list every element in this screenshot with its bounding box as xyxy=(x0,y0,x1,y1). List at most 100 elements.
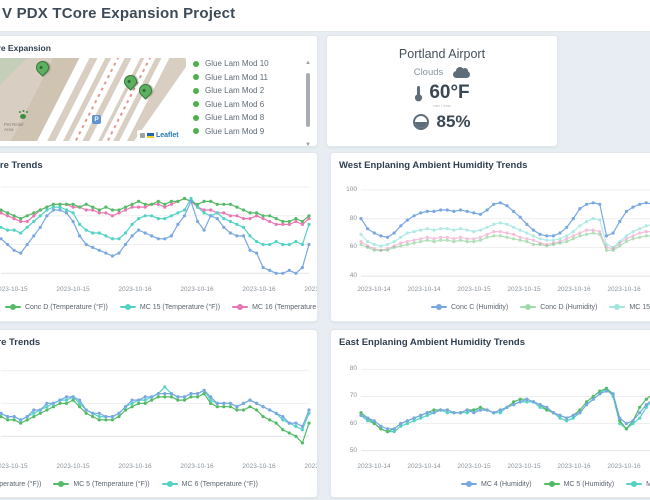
legend-label: Conc C (Humidity) xyxy=(451,304,508,311)
x-axis-tick: 2023-10-16 xyxy=(594,463,650,470)
scroll-up-icon[interactable]: ▲ xyxy=(304,60,312,66)
line-plot[interactable] xyxy=(361,356,650,458)
paw-icon xyxy=(20,114,26,119)
y-axis-tick: 80 xyxy=(337,215,357,222)
chart-title: East Enplaning Ambient Temperature Trend… xyxy=(0,337,40,348)
page-title: V PDX TCore Expansion Project xyxy=(2,5,235,22)
x-axis-tick: 2023-10-15 xyxy=(0,286,41,293)
chart-canvas[interactable] xyxy=(1,179,309,281)
x-axis-tick: 2023-10-17 xyxy=(291,286,318,293)
scrollbar-thumb[interactable] xyxy=(306,73,310,127)
legend-item[interactable]: MC 4 (Temperature (°F)) xyxy=(0,480,41,488)
x-axis-tick: 2023-10-16 xyxy=(105,463,165,470)
leaflet-logo-icon xyxy=(140,133,145,138)
legend-item[interactable]: MC 6 (Temperature (°F)) xyxy=(162,480,258,488)
leaflet-link[interactable]: Leaflet xyxy=(156,132,179,139)
x-axis-tick: 2023-10-17 xyxy=(291,463,318,470)
legend-marker-icon xyxy=(461,480,477,488)
temperature-detail: min / max xyxy=(327,103,557,108)
weather-station-name: Portland Airport xyxy=(327,47,557,61)
series-mc-6-humidity- xyxy=(359,387,650,433)
chart-card-east-humidity: East Enplaning Ambient Humidity Trends 8… xyxy=(330,329,650,498)
legend-item[interactable]: Conc D (Humidity) xyxy=(520,303,597,311)
y-axis-tick: 80 xyxy=(337,365,357,372)
legend-marker-icon xyxy=(53,480,69,488)
map-card-title: TCore Expansion xyxy=(0,43,51,53)
temperature-value: 60°F xyxy=(429,82,469,104)
legend-label: MC 6 (Temperature (°F)) xyxy=(182,481,258,488)
series-mc-4-temperature-f- xyxy=(0,389,311,428)
chart-legend: Conc C (Humidity) Conc D (Humidity) MC 15 … xyxy=(331,303,650,311)
legend-item[interactable]: MC 4 (Humidity) xyxy=(461,480,532,488)
leaflet-map[interactable]: Pet Relief Area P Leaflet xyxy=(0,58,186,141)
legend-item[interactable]: MC 5 (Temperature (°F)) xyxy=(53,480,149,488)
legend-item[interactable]: Conc C (Humidity) xyxy=(431,303,508,311)
humidity-icon xyxy=(413,114,429,130)
series-conc-c-humidity- xyxy=(359,201,650,239)
line-plot[interactable] xyxy=(1,356,309,458)
legend-label: MC 5 (Temperature (°F)) xyxy=(73,481,149,488)
weather-condition: Clouds xyxy=(414,67,444,78)
legend-item[interactable]: MC 15 (Temperature (°F)) xyxy=(120,303,220,311)
map-card: TCore Expansion Pet Relief Area P xyxy=(0,35,318,147)
marker-dot-icon xyxy=(193,101,199,107)
list-item-label: Glue Lam Mod 8 xyxy=(205,113,264,122)
marker-dot-icon xyxy=(193,115,199,121)
y-axis-tick: 50 xyxy=(337,447,357,454)
legend-label: MC 4 (Humidity) xyxy=(481,481,532,488)
chart-title: East Enplaning Ambient Humidity Trends xyxy=(339,337,525,348)
list-item[interactable]: Glue Lam Mod 6 xyxy=(193,100,297,109)
series-mc-4-humidity- xyxy=(359,390,650,431)
legend-item[interactable]: MC 5 (Humidity) xyxy=(544,480,615,488)
cloud-icon xyxy=(453,71,470,78)
thermometer-icon xyxy=(414,85,423,102)
y-axis-tick: 40 xyxy=(337,272,357,279)
legend-item[interactable]: MC 15 (Humidity) xyxy=(609,303,650,311)
legend-label: MC 6 (Humidity) xyxy=(646,481,650,488)
list-item[interactable]: Glue Lam Mod 8 xyxy=(193,113,297,122)
x-axis-tick: 2023-10-15 xyxy=(43,463,103,470)
parking-icon: P xyxy=(92,115,101,124)
map-marker-list: Glue Lam Mod 10 Glue Lam Mod 11 Glue Lam M… xyxy=(193,59,297,136)
legend-item[interactable]: MC 16 (Temperature (°F)) xyxy=(232,303,318,311)
x-axis-tick: 2023-10-16 xyxy=(105,286,165,293)
x-axis-tick: 2023-10-15 xyxy=(43,286,103,293)
legend-item[interactable]: MC 6 (Humidity) xyxy=(626,480,650,488)
app-header: V PDX TCore Expansion Project xyxy=(0,0,650,32)
line-plot[interactable] xyxy=(361,179,650,281)
pet-relief-label: Pet Relief Area xyxy=(4,122,24,132)
legend-marker-icon xyxy=(5,303,21,311)
chart-canvas[interactable] xyxy=(361,179,650,281)
x-axis-tick: 2023-10-15 xyxy=(0,463,41,470)
marker-dot-icon xyxy=(193,61,199,67)
chart-legend: Conc C (Temperature (°F))Conc D (Tempera… xyxy=(0,303,317,311)
legend-item[interactable]: Conc D (Temperature (°F)) xyxy=(5,303,108,311)
legend-label: MC 5 (Humidity) xyxy=(564,481,615,488)
list-item[interactable]: Glue Lam Mod 11 xyxy=(193,73,297,82)
legend-label: Conc D (Temperature (°F)) xyxy=(25,304,108,311)
y-axis-tick: 60 xyxy=(337,243,357,250)
chart-canvas[interactable] xyxy=(1,356,309,458)
list-item[interactable]: Glue Lam Mod 9 xyxy=(193,127,297,136)
list-scrollbar[interactable]: ▲ ▼ xyxy=(304,60,312,147)
humidity-value: 85% xyxy=(436,112,470,132)
legend-marker-icon xyxy=(120,303,136,311)
chart-card-east-temperature: East Enplaning Ambient Temperature Trend… xyxy=(0,329,318,498)
list-item[interactable]: Glue Lam Mod 2 xyxy=(193,86,297,95)
chart-card-west-humidity: West Enplaning Ambient Humidity Trends 1… xyxy=(330,152,650,322)
legend-label: MC 15 (Temperature (°F)) xyxy=(140,304,220,311)
legend-marker-icon xyxy=(626,480,642,488)
chart-canvas[interactable] xyxy=(361,356,650,458)
x-axis-tick: 2023-10-16 xyxy=(229,463,289,470)
line-plot[interactable] xyxy=(1,179,309,281)
series-mc-16-humidity- xyxy=(359,229,650,252)
list-item[interactable]: Glue Lam Mod 10 xyxy=(193,59,297,68)
legend-marker-icon xyxy=(162,480,178,488)
dashboard: V PDX TCore Expansion Project TCore Expa… xyxy=(0,0,650,500)
list-item-label: Glue Lam Mod 9 xyxy=(205,127,264,136)
legend-label: MC 4 (Temperature (°F)) xyxy=(0,481,41,488)
marker-dot-icon xyxy=(193,88,199,94)
scroll-down-icon[interactable]: ▼ xyxy=(304,142,312,147)
legend-marker-icon xyxy=(232,303,248,311)
map-attribution: Leaflet xyxy=(137,130,182,141)
